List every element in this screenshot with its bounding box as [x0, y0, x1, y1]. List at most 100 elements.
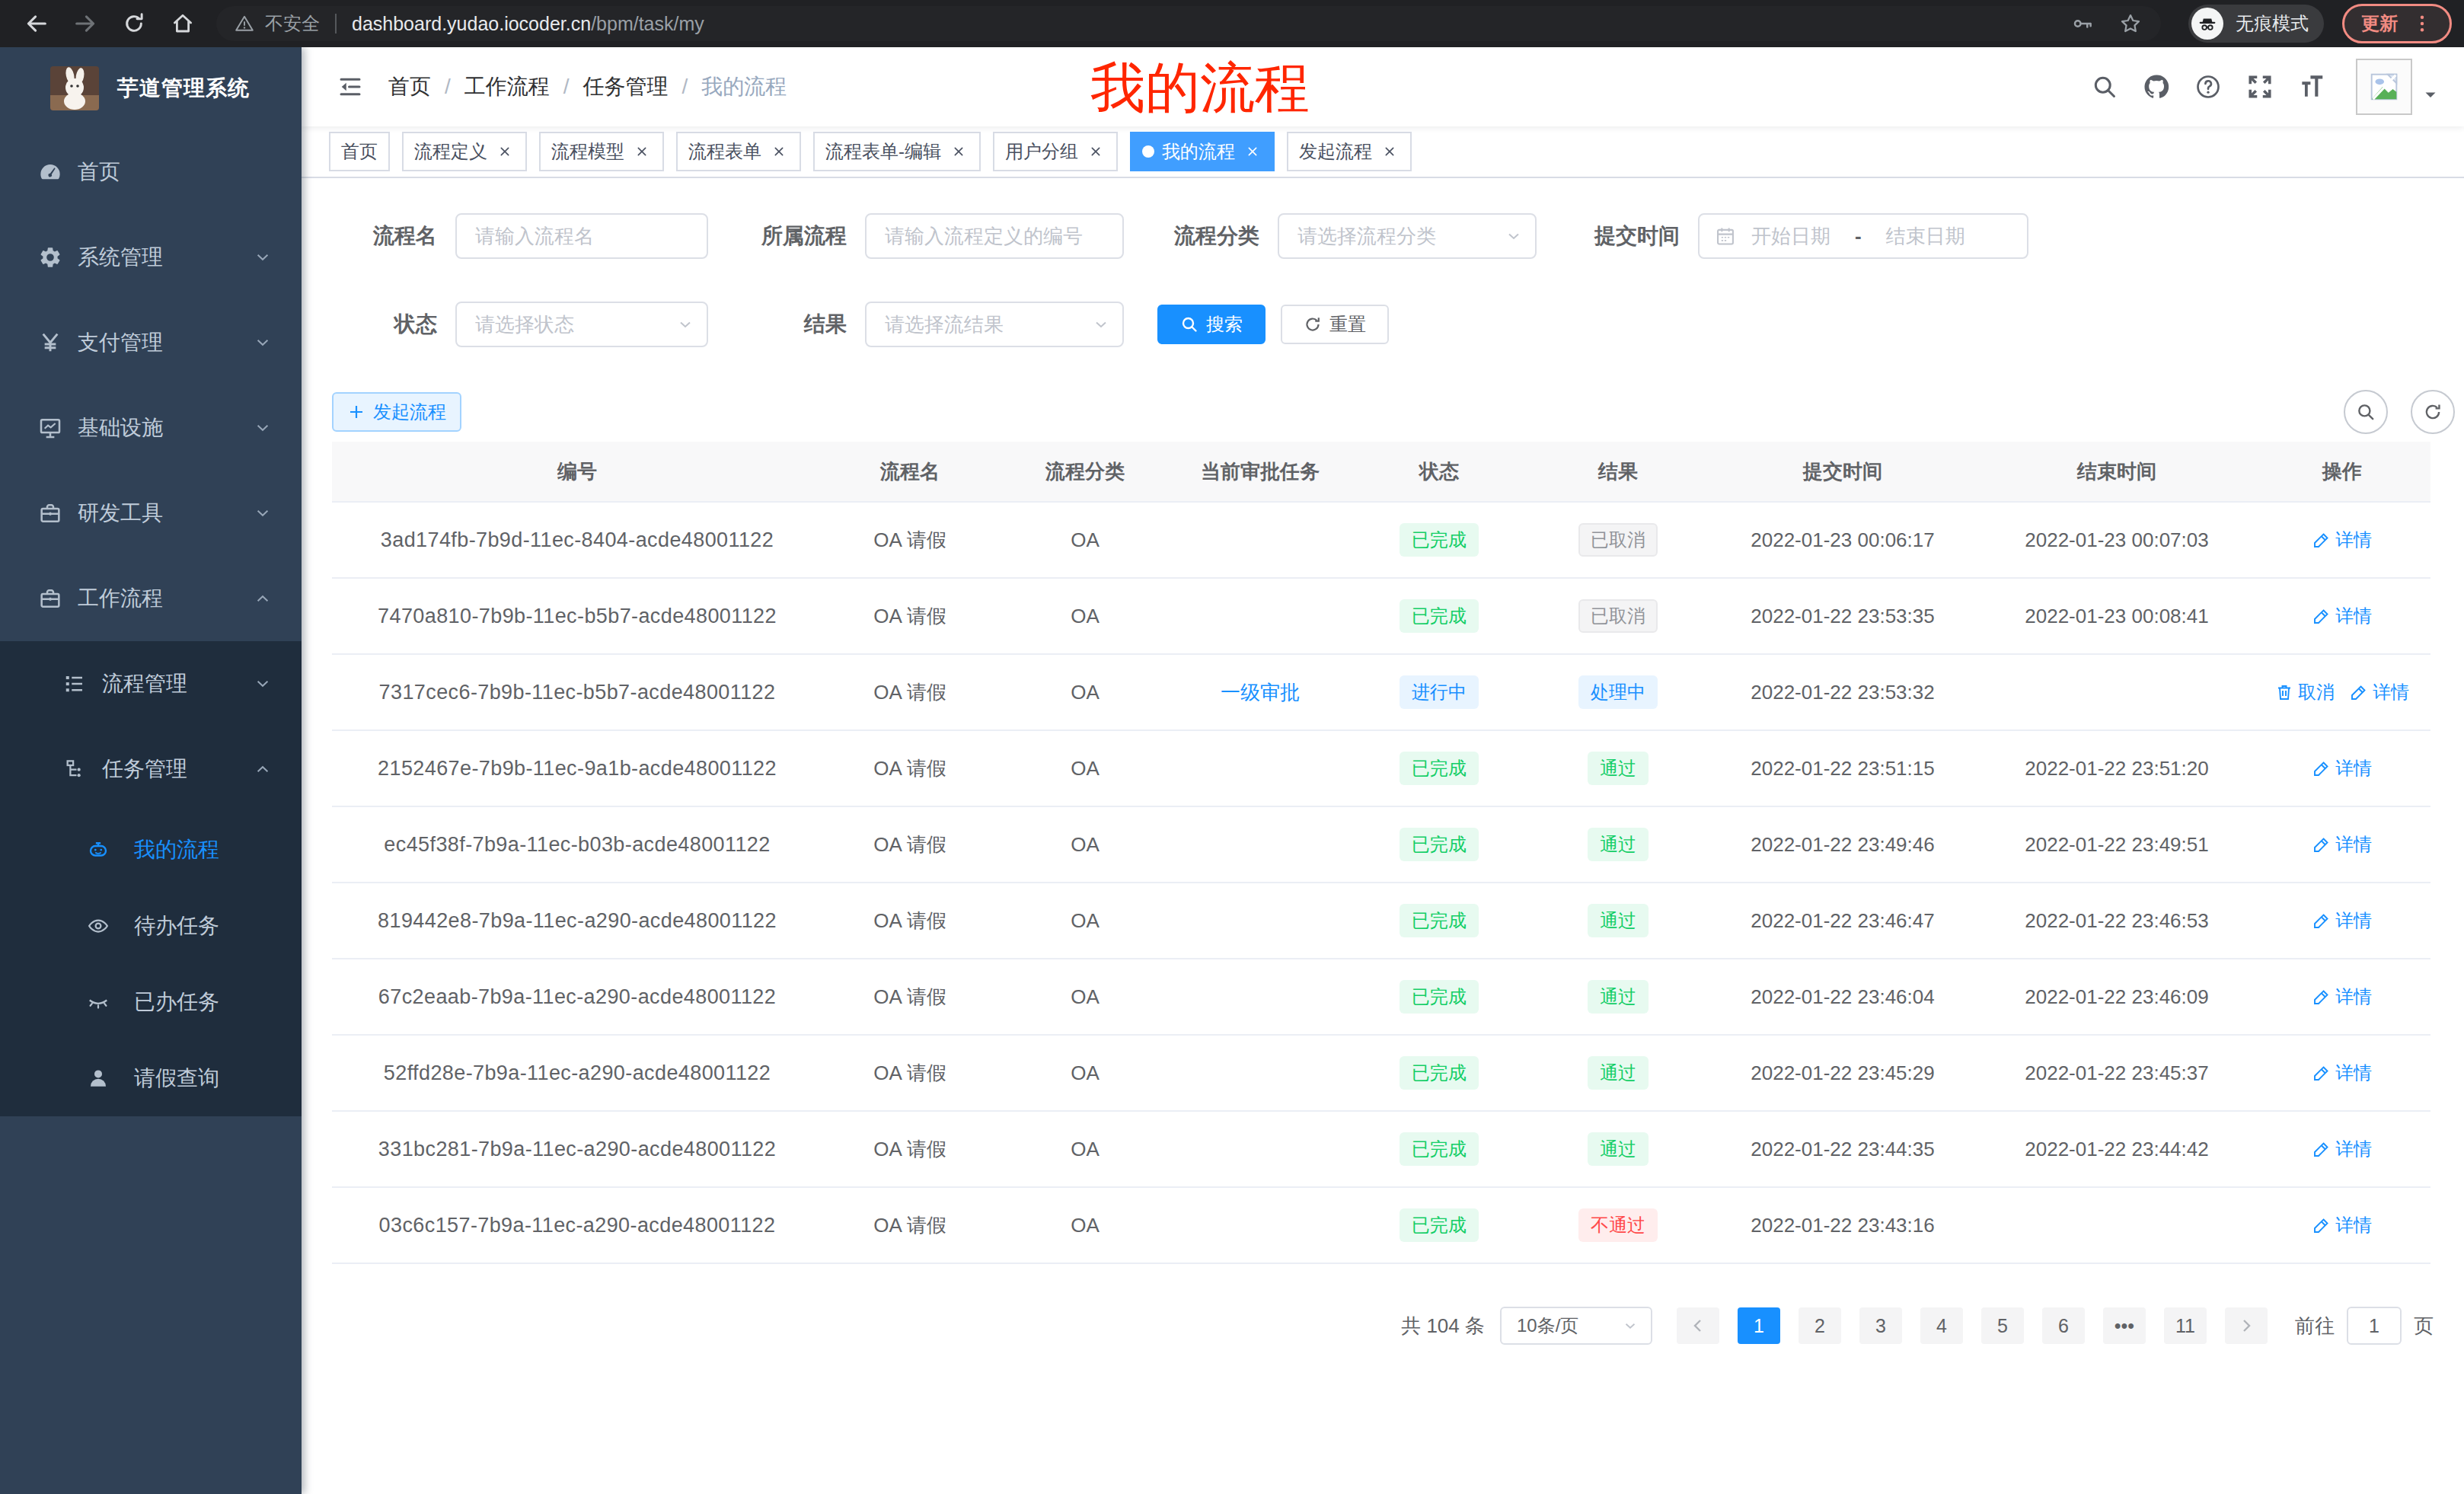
- tab-我的流程[interactable]: 我的流程: [1130, 132, 1275, 171]
- browser-home-button[interactable]: [163, 4, 203, 43]
- search-button[interactable]: 搜索: [1157, 305, 1266, 344]
- date-range-picker[interactable]: 开始日期 - 结束日期: [1698, 213, 2028, 259]
- browser-reload-button[interactable]: [114, 4, 154, 43]
- detail-link[interactable]: 详情: [2312, 1213, 2372, 1237]
- category-select[interactable]: 请选择流程分类: [1278, 213, 1537, 259]
- avatar[interactable]: [2356, 59, 2412, 115]
- page-button-4[interactable]: 4: [1920, 1307, 1963, 1344]
- fullscreen-icon[interactable]: [2234, 47, 2286, 126]
- next-page-button[interactable]: [2225, 1307, 2268, 1344]
- hide-search-button[interactable]: [2344, 390, 2388, 434]
- caret-down-icon[interactable]: [2421, 85, 2440, 104]
- detail-link[interactable]: 详情: [2312, 832, 2372, 857]
- detail-link[interactable]: 详情: [2312, 756, 2372, 781]
- update-button[interactable]: 更新: [2342, 4, 2452, 43]
- result-select[interactable]: 请选择流结果: [865, 302, 1124, 347]
- question-icon[interactable]: [2182, 47, 2234, 126]
- cell-end-time: 2022-01-22 23:46:09: [1980, 985, 2254, 1009]
- sidebar-subitem-0[interactable]: 流程管理: [0, 641, 302, 726]
- status-tag: 不通过: [1578, 1208, 1658, 1242]
- font-size-icon[interactable]: [2286, 47, 2338, 126]
- reset-button[interactable]: 重置: [1281, 305, 1389, 344]
- app-title: 芋道管理系统: [117, 74, 250, 103]
- sidebar-item-1[interactable]: 系统管理: [0, 215, 302, 300]
- close-icon[interactable]: [1243, 142, 1262, 161]
- bookmark-star-icon[interactable]: [2118, 11, 2143, 36]
- detail-link[interactable]: 详情: [2312, 604, 2372, 628]
- detail-link[interactable]: 详情: [2350, 680, 2409, 704]
- process-id-input[interactable]: 请输入流程定义的编号: [865, 213, 1124, 259]
- close-icon[interactable]: [1086, 142, 1106, 161]
- sidebar-subitem-4[interactable]: 已办任务: [0, 964, 302, 1040]
- cell-id: 7317cec6-7b9b-11ec-b5b7-acde48001122: [332, 681, 822, 704]
- page-button-3[interactable]: 3: [1859, 1307, 1902, 1344]
- hamburger-icon[interactable]: [337, 73, 364, 101]
- sidebar-subitem-3[interactable]: 待办任务: [0, 888, 302, 964]
- github-icon[interactable]: [2130, 47, 2182, 126]
- sidebar-subitem-5[interactable]: 请假查询: [0, 1040, 302, 1116]
- status-select[interactable]: 请选择状态: [455, 302, 708, 347]
- detail-link[interactable]: 详情: [2312, 908, 2372, 933]
- page-size-select[interactable]: 10条/页: [1500, 1307, 1652, 1345]
- cell-actions: 详情: [2254, 1137, 2430, 1161]
- detail-link[interactable]: 详情: [2312, 985, 2372, 1009]
- close-icon[interactable]: [769, 142, 789, 161]
- tab-流程定义[interactable]: 流程定义: [402, 132, 527, 171]
- logo[interactable]: 芋道管理系统: [0, 47, 302, 129]
- page-button-1[interactable]: 1: [1738, 1307, 1780, 1344]
- breadcrumb-item[interactable]: 工作流程: [464, 72, 550, 101]
- close-icon[interactable]: [632, 142, 652, 161]
- header-search-icon[interactable]: [2079, 47, 2130, 126]
- page-button-5[interactable]: 5: [1981, 1307, 2024, 1344]
- chevron-up-icon: [254, 761, 271, 777]
- tab-首页[interactable]: 首页: [329, 132, 390, 171]
- chevron-down-icon: [1092, 315, 1110, 334]
- prev-page-button[interactable]: [1677, 1307, 1719, 1344]
- cancel-link[interactable]: 取消: [2275, 680, 2335, 704]
- close-icon[interactable]: [495, 142, 515, 161]
- page-button-6[interactable]: 6: [2042, 1307, 2085, 1344]
- url-text[interactable]: dashboard.yudao.iocoder.cn/bpm/task/my: [352, 13, 704, 35]
- sidebar-item-0[interactable]: 首页: [0, 129, 302, 215]
- sidebar-item-label: 工作流程: [78, 584, 163, 613]
- cell-status: 进行中: [1348, 675, 1530, 709]
- pen-icon: [2312, 1064, 2331, 1082]
- sidebar-item-2[interactable]: 支付管理: [0, 300, 302, 385]
- create-process-button[interactable]: 发起流程: [332, 392, 461, 432]
- process-name-input[interactable]: 请输入流程名: [455, 213, 708, 259]
- breadcrumb-item[interactable]: 任务管理: [583, 72, 669, 101]
- page-ellipsis[interactable]: •••: [2103, 1307, 2146, 1344]
- refresh-table-button[interactable]: [2411, 390, 2455, 434]
- goto-page-input[interactable]: 1: [2347, 1307, 2402, 1345]
- sidebar-item-4[interactable]: 研发工具: [0, 471, 302, 556]
- task-link[interactable]: 一级审批: [1221, 681, 1300, 704]
- tab-流程模型[interactable]: 流程模型: [539, 132, 664, 171]
- cell-result: 通过: [1530, 752, 1706, 785]
- detail-link[interactable]: 详情: [2312, 1137, 2372, 1161]
- sidebar-item-3[interactable]: 基础设施: [0, 385, 302, 471]
- browser-forward-button[interactable]: [65, 4, 105, 43]
- detail-link[interactable]: 详情: [2312, 1061, 2372, 1085]
- sidebar-subitem-1[interactable]: 任务管理: [0, 726, 302, 812]
- date-start-placeholder[interactable]: 开始日期: [1751, 223, 1830, 250]
- sidebar-subitem-label: 流程管理: [102, 669, 187, 698]
- cell-name: OA 请假: [822, 984, 997, 1010]
- browser-menu-icon[interactable]: [2411, 13, 2433, 34]
- sidebar-subitem-2[interactable]: 我的流程: [0, 812, 302, 888]
- address-bar[interactable]: 不安全 dashboard.yudao.iocoder.cn/bpm/task/…: [216, 6, 2161, 41]
- page-button-2[interactable]: 2: [1799, 1307, 1841, 1344]
- sidebar-item-5[interactable]: 工作流程: [0, 556, 302, 641]
- tab-流程表单[interactable]: 流程表单: [676, 132, 801, 171]
- close-icon[interactable]: [1380, 142, 1400, 161]
- security-label[interactable]: 不安全: [265, 11, 320, 36]
- page-button-11[interactable]: 11: [2164, 1307, 2207, 1344]
- date-end-placeholder[interactable]: 结束日期: [1886, 223, 1965, 250]
- close-icon[interactable]: [949, 142, 969, 161]
- tab-用户分组[interactable]: 用户分组: [993, 132, 1118, 171]
- key-icon[interactable]: [2071, 12, 2094, 35]
- breadcrumb-item[interactable]: 首页: [388, 72, 431, 101]
- detail-link[interactable]: 详情: [2312, 528, 2372, 552]
- tab-流程表单-编辑[interactable]: 流程表单-编辑: [813, 132, 981, 171]
- tab-发起流程[interactable]: 发起流程: [1287, 132, 1412, 171]
- browser-back-button[interactable]: [17, 4, 56, 43]
